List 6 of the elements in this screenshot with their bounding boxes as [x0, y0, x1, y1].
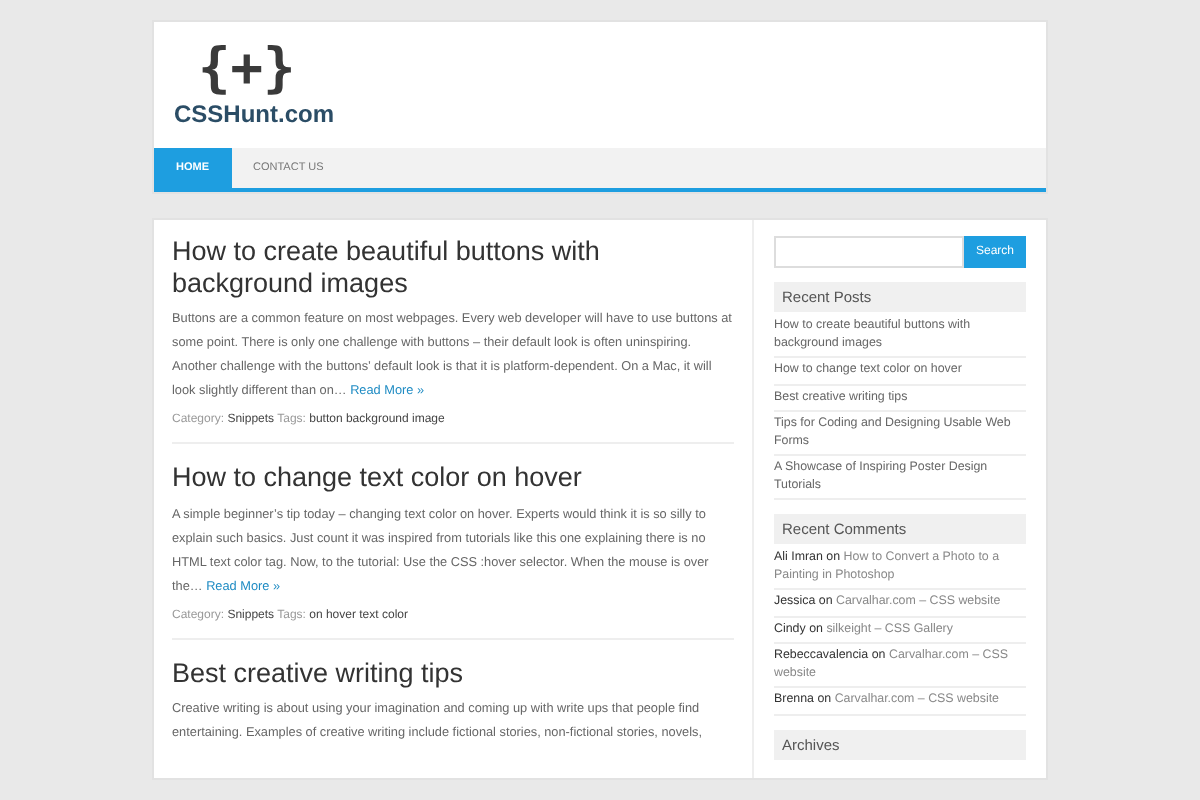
site-name[interactable]: CSSHunt.com [174, 100, 335, 128]
logo-mark: {+} [196, 42, 296, 96]
post-title[interactable]: How to create beautiful buttons with background images [172, 236, 734, 301]
post-title[interactable]: Best creative writing tips [172, 657, 734, 690]
post-title[interactable]: How to change text color on hover [172, 462, 734, 496]
search-field[interactable] [774, 236, 964, 268]
